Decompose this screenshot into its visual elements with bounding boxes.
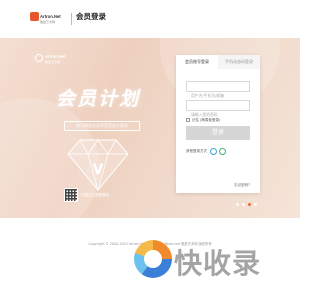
- tab-account-login[interactable]: 会员账号登录: [176, 55, 218, 69]
- header-divider: [71, 13, 72, 25]
- remember-checkbox[interactable]: [186, 118, 190, 122]
- username-field[interactable]: [186, 81, 250, 100]
- carousel-dot[interactable]: [242, 203, 245, 206]
- qr-caption: 扫描关注雅昌微信: [81, 193, 109, 197]
- diamond-icon: V: [67, 139, 129, 192]
- password-field[interactable]: [186, 100, 250, 119]
- banner-logo-text: Artron.Net: [45, 54, 66, 59]
- logo-subtext: 雅昌艺术网: [40, 20, 56, 24]
- wechat-icon[interactable]: [219, 147, 226, 155]
- login-tabs: 会员账号登录 手机动态码登录: [176, 55, 260, 69]
- third-party-login: 其他登录方式: [186, 147, 228, 155]
- artron-logo-icon: [35, 54, 43, 62]
- banner-title: 会员计划: [56, 88, 141, 110]
- banner-slogan: 成为雅昌会员享受权益与服务: [64, 121, 140, 131]
- banner-logo-subtext: 雅昌艺术网: [45, 60, 61, 64]
- top-header: Artron.Net 雅昌艺术网 会员登录: [0, 0, 300, 38]
- watermark-logo-icon: [134, 240, 172, 278]
- carousel-dots: [236, 203, 260, 206]
- tab-sms-login[interactable]: 手机动态码登录: [218, 55, 260, 69]
- banner-logo: Artron.Net 雅昌艺术网: [35, 54, 69, 66]
- login-button[interactable]: 登录: [186, 126, 250, 140]
- watermark: 快收录: [134, 238, 294, 282]
- carousel-dot[interactable]: [254, 203, 257, 206]
- carousel-dot-active[interactable]: [248, 203, 251, 206]
- forgot-password-link[interactable]: 忘记密码?: [234, 183, 250, 188]
- svg-text:V: V: [93, 162, 104, 178]
- watermark-text: 快收录: [174, 247, 262, 280]
- page-title: 会员登录: [76, 12, 106, 21]
- site-logo[interactable]: Artron.Net 雅昌艺术网: [30, 12, 68, 30]
- login-panel: 会员账号登录 手机动态码登录 记住 (两周免登录) 登录 其他登录方式 忘记密码…: [176, 55, 260, 193]
- carousel-dot[interactable]: [236, 203, 239, 206]
- remember-me[interactable]: 记住 (两周免登录): [186, 117, 220, 123]
- artron-logo-icon: [30, 12, 39, 21]
- third-party-label: 其他登录方式: [186, 148, 207, 153]
- wechat-qr-code: [64, 188, 78, 202]
- remember-label: 记住 (两周免登录): [192, 117, 221, 122]
- qq-icon[interactable]: [210, 147, 217, 155]
- username-input[interactable]: [187, 91, 249, 100]
